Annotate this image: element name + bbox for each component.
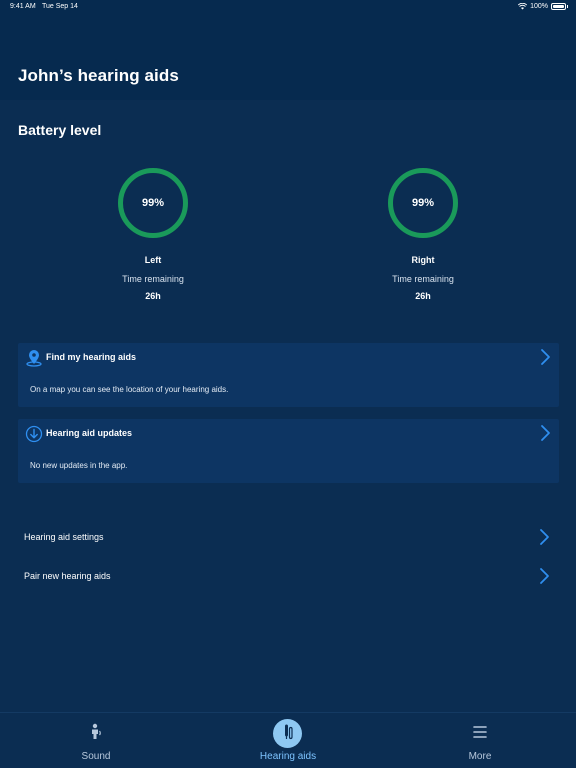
tab-bar: Sound Hearing aids More xyxy=(0,712,576,768)
status-time: 9:41 AM xyxy=(10,3,36,10)
chevron-right-icon xyxy=(539,424,551,442)
hearing-aid-updates-description: No new updates in the app. xyxy=(30,461,128,470)
battery-side-left: Left xyxy=(144,255,162,265)
location-pin-icon xyxy=(25,349,43,367)
time-remaining-label-right: Time remaining xyxy=(392,274,454,284)
pair-new-hearing-aids-row[interactable]: Pair new hearing aids xyxy=(0,558,576,594)
download-circle-icon xyxy=(25,425,43,443)
hearing-aid-settings-row[interactable]: Hearing aid settings xyxy=(0,519,576,555)
battery-ring-left: 99% xyxy=(118,168,188,238)
find-hearing-aids-title: Find my hearing aids xyxy=(46,352,137,362)
chevron-right-icon xyxy=(538,528,550,546)
hearing-aid-settings-label: Hearing aid settings xyxy=(24,532,104,542)
battery-icon xyxy=(551,3,568,10)
battery-percent-left: 99% xyxy=(141,197,165,209)
sound-icon xyxy=(84,720,108,744)
tab-more[interactable]: More xyxy=(384,713,576,768)
main-content: Battery level 99% Left Time remaining 26… xyxy=(0,100,576,712)
tab-hearing-aids[interactable]: Hearing aids xyxy=(192,713,384,768)
tab-more-label: More xyxy=(468,751,492,762)
menu-icon xyxy=(468,720,492,744)
chevron-right-icon xyxy=(539,348,551,366)
tab-sound-label: Sound xyxy=(81,751,111,762)
battery-percent-right: 99% xyxy=(411,197,435,209)
find-hearing-aids-card[interactable]: Find my hearing aids On a map you can se… xyxy=(18,343,559,407)
find-hearing-aids-description: On a map you can see the location of you… xyxy=(30,385,229,394)
chevron-right-icon xyxy=(538,567,550,585)
battery-percent: 100% xyxy=(530,3,548,10)
hearing-aid-updates-card[interactable]: Hearing aid updates No new updates in th… xyxy=(18,419,559,483)
battery-left: 99% Left Time remaining 26h xyxy=(93,168,213,301)
hearing-aids-icon xyxy=(276,720,300,744)
battery-ring-right: 99% xyxy=(388,168,458,238)
battery-right: 99% Right Time remaining 26h xyxy=(363,168,483,301)
time-remaining-label-left: Time remaining xyxy=(122,274,184,284)
time-remaining-value-right: 26h xyxy=(415,291,431,301)
wifi-icon xyxy=(518,3,528,10)
tab-hearing-aids-label: Hearing aids xyxy=(259,751,317,762)
status-bar: 9:41 AM Tue Sep 14 100% xyxy=(0,0,576,14)
battery-side-right: Right xyxy=(411,255,435,265)
header: John’s hearing aids xyxy=(0,14,576,100)
status-date: Tue Sep 14 xyxy=(42,3,78,10)
tab-sound[interactable]: Sound xyxy=(0,713,192,768)
status-indicators: 100% xyxy=(518,3,568,10)
page-title: John’s hearing aids xyxy=(18,66,179,85)
hearing-aid-updates-title: Hearing aid updates xyxy=(46,428,133,438)
pair-new-hearing-aids-label: Pair new hearing aids xyxy=(24,571,111,581)
time-remaining-value-left: 26h xyxy=(145,291,161,301)
battery-section-title: Battery level xyxy=(18,122,102,138)
